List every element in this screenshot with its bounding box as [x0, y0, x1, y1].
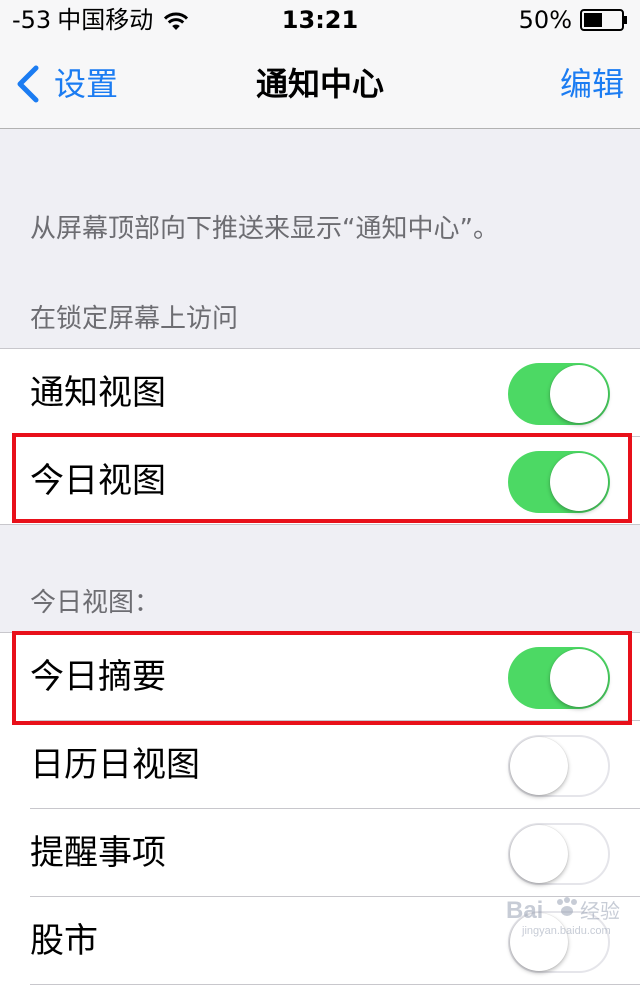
section-header-today-view: 今日视图： — [30, 588, 161, 618]
toggle-switch[interactable] — [508, 363, 610, 425]
toggle-switch[interactable] — [508, 647, 610, 709]
toggle-switch[interactable] — [508, 451, 610, 513]
watermark-brand: Bai — [506, 897, 543, 924]
lock-screen-group: 通知视图 今日视图 — [0, 348, 640, 525]
battery-percentage: 50% — [518, 6, 572, 34]
row-label: 提醒事项 — [30, 833, 166, 873]
row-label: 通知视图 — [30, 373, 166, 413]
list-item: 通知视图 — [0, 349, 640, 437]
watermark-logo: Bai 经验 jingyan.baidu.com — [504, 892, 632, 938]
section-header-lock-screen: 在锁定屏幕上访问 — [30, 304, 239, 334]
status-bar: -53 中国移动 13:21 50% — [0, 0, 640, 40]
list-item: 日历日视图 — [0, 721, 640, 809]
row-label: 今日视图 — [30, 461, 166, 501]
battery-icon — [580, 9, 628, 31]
watermark-url: jingyan.baidu.com — [521, 925, 611, 937]
toggle-knob — [550, 453, 608, 511]
list-item: 提醒事项 — [0, 809, 640, 897]
description-text: 从屏幕顶部向下推送来显示“通知中心”。 — [30, 214, 499, 244]
row-label: 股市 — [30, 921, 98, 961]
toggle-knob — [510, 825, 568, 883]
list-item: 今日摘要 — [0, 633, 640, 721]
watermark-suffix: 经验 — [580, 899, 620, 923]
paw-icon — [557, 897, 577, 916]
row-label: 今日摘要 — [30, 657, 166, 697]
status-right: 50% — [519, 6, 628, 34]
toggle-knob — [550, 365, 608, 423]
toggle-knob — [550, 649, 608, 707]
page-title: 通知中心 — [255, 65, 384, 103]
edit-button[interactable]: 编辑 — [560, 64, 624, 104]
toggle-knob — [510, 737, 568, 795]
toggle-switch[interactable] — [508, 735, 610, 797]
navigation-bar: 设置 通知中心 编辑 — [0, 40, 640, 129]
row-label: 日历日视图 — [30, 745, 200, 785]
toggle-switch[interactable] — [508, 823, 610, 885]
list-item: 今日视图 — [0, 437, 640, 525]
